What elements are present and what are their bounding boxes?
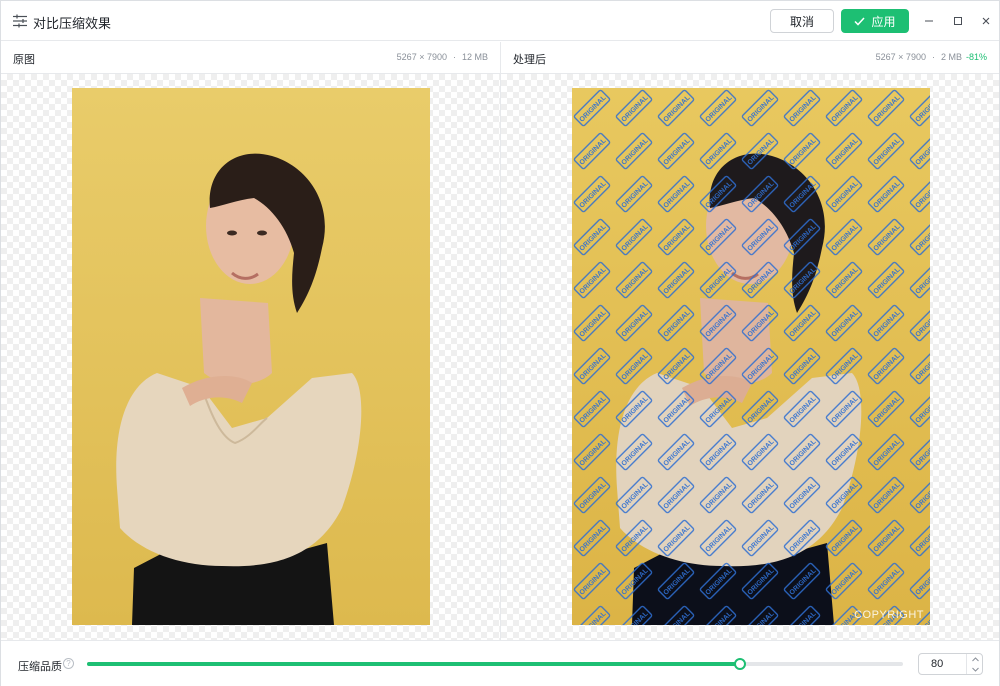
original-size: 12 MB — [461, 52, 488, 62]
processed-label: 处理后 — [513, 54, 546, 66]
chevron-up-icon[interactable] — [967, 654, 983, 664]
original-meta: 5267 × 7900 · 12 MB — [397, 52, 488, 62]
apply-button-label: 应用 — [871, 14, 896, 29]
original-image — [72, 88, 430, 625]
processed-preview-area[interactable]: ORIGINAL ORIGINAL ORIGINAL ORIGINAL ORIGINAL… — [501, 74, 999, 640]
meta-separator: · — [931, 52, 935, 62]
maximize-icon[interactable] — [951, 14, 965, 28]
quality-value[interactable]: 80 — [931, 658, 943, 670]
minimize-icon[interactable] — [922, 14, 936, 28]
quality-stepper[interactable]: 80 — [918, 653, 983, 675]
processed-panel-header: 处理后 5267 × 7900 · 2 MB -81% — [501, 42, 999, 74]
chevron-down-icon[interactable] — [967, 664, 983, 674]
apply-button[interactable]: 应用 — [841, 9, 909, 33]
sliders-icon — [13, 14, 27, 28]
quality-slider-thumb[interactable] — [733, 658, 746, 670]
meta-separator: · — [452, 52, 456, 62]
title-bar: 对比压缩效果 取消 应用 — [1, 1, 999, 41]
cancel-button[interactable]: 取消 — [770, 9, 834, 33]
close-icon[interactable] — [979, 14, 993, 28]
copyright-watermark: COPYRIGHT — [854, 609, 924, 621]
processed-size: 2 MB — [940, 52, 962, 62]
quality-slider-fill — [87, 662, 740, 666]
original-dimensions: 5267 × 7900 — [396, 52, 447, 62]
stepper-buttons — [966, 654, 982, 674]
compare-window: 对比压缩效果 取消 应用 原图 5267 × 7900 · 12 MB 处理后 52… — [0, 0, 1000, 686]
original-preview-area[interactable] — [1, 74, 500, 640]
quality-bar: 压缩品质 ? 80 — [1, 640, 999, 686]
help-icon[interactable]: ? — [63, 658, 74, 669]
quality-slider[interactable] — [87, 658, 903, 670]
original-label: 原图 — [13, 54, 35, 66]
processed-meta: 5267 × 7900 · 2 MB -81% — [876, 52, 987, 62]
size-saving-badge: -81% — [965, 52, 987, 62]
processed-dimensions: 5267 × 7900 — [875, 52, 926, 62]
window-title: 对比压缩效果 — [33, 16, 112, 31]
quality-label: 压缩品质 — [18, 661, 62, 673]
original-panel-header: 原图 5267 × 7900 · 12 MB — [1, 42, 500, 74]
processed-image: ORIGINAL ORIGINAL ORIGINAL ORIGINAL ORIGINAL… — [572, 88, 930, 625]
check-icon — [854, 16, 866, 26]
